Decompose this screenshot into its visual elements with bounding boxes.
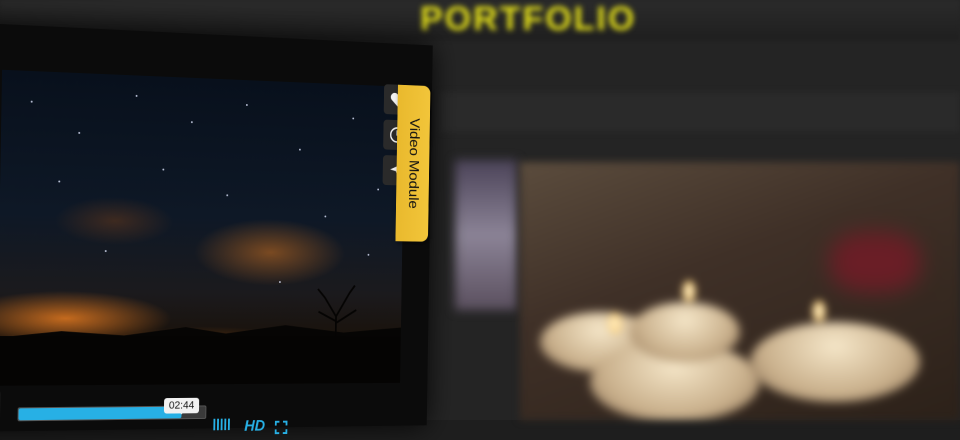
- volume-bar: [217, 419, 219, 431]
- dead-tree-silhouette: [305, 283, 367, 340]
- video-display[interactable]: [0, 70, 405, 386]
- video-module-tab-label: Video Module: [405, 118, 422, 209]
- fullscreen-icon[interactable]: [275, 421, 288, 434]
- background-logo: PORTFOLIO: [420, 0, 636, 39]
- video-module-tab[interactable]: Video Module: [395, 85, 430, 242]
- volume-control[interactable]: [213, 419, 230, 431]
- volume-bar: [228, 419, 230, 431]
- video-module: Video Module 02:44 HD: [0, 22, 433, 432]
- volume-bar: [224, 419, 226, 431]
- background-nav-bar: [440, 92, 960, 132]
- background-thumbnail: [455, 160, 517, 310]
- volume-bar: [213, 419, 215, 431]
- hd-quality-button[interactable]: HD: [244, 418, 265, 435]
- background-candles-photo: [520, 162, 960, 420]
- volume-bar: [221, 419, 223, 431]
- progress-fill: [18, 407, 181, 421]
- current-time-tooltip: 02:44: [164, 398, 199, 414]
